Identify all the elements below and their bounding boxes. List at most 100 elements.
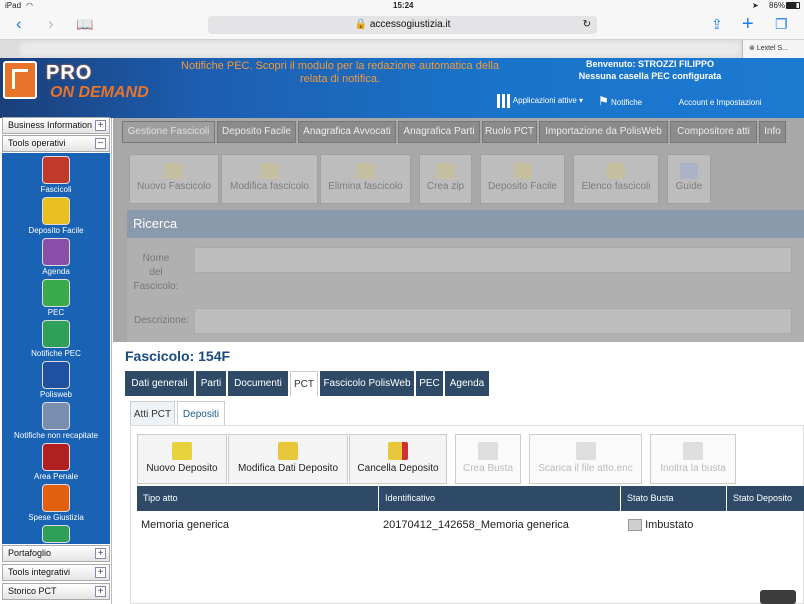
- tab-info[interactable]: Info: [759, 121, 786, 143]
- deposito-facile-button[interactable]: Deposito Facile: [480, 154, 565, 204]
- tabs-icon[interactable]: ❐: [775, 12, 788, 36]
- sidebar-section-tools[interactable]: Tools operativi −: [2, 135, 110, 152]
- subtab-atti-pct[interactable]: Atti PCT: [130, 401, 175, 426]
- col-identificativo[interactable]: Identificativo: [379, 486, 621, 511]
- descrizione-input[interactable]: [194, 308, 792, 334]
- browser-tab-lextel[interactable]: ⊗ Lextel S...: [742, 40, 804, 58]
- address-bar[interactable]: 🔒 accessogiustizia.it ↻: [208, 16, 597, 34]
- tab-parti[interactable]: Parti: [196, 371, 226, 396]
- send-envelope-icon: [683, 442, 703, 460]
- notifiche-pec-icon: [42, 320, 70, 348]
- col-tipo-atto[interactable]: Tipo atto: [137, 486, 379, 511]
- expand-icon[interactable]: +: [95, 567, 106, 578]
- notifications-link[interactable]: ⚑ Notifiche: [598, 92, 642, 112]
- area-penale-icon: [42, 443, 70, 471]
- sidebar-item-deposito-facile[interactable]: Deposito Facile: [2, 197, 110, 235]
- new-tab-icon[interactable]: +: [742, 12, 754, 36]
- expand-icon[interactable]: +: [95, 120, 106, 131]
- nome-fascicolo-input[interactable]: [194, 247, 792, 273]
- subtab-depositi[interactable]: Depositi: [177, 401, 225, 426]
- tab-dati-generali[interactable]: Dati generali: [125, 371, 194, 396]
- apps-menu[interactable]: Applicazioni attive ▾: [497, 92, 583, 110]
- back-icon[interactable]: ‹: [16, 12, 22, 36]
- button-label: Crea Busta: [462, 463, 514, 474]
- tab-pct[interactable]: PCT: [290, 371, 318, 396]
- section-label: Tools operativi: [8, 138, 66, 148]
- tab-ruolo-pct[interactable]: Ruolo PCT: [482, 121, 537, 143]
- expand-icon[interactable]: +: [95, 548, 106, 559]
- fascicolo-title: Fascicolo: 154F: [125, 348, 231, 364]
- button-label: Modifica fascicolo: [230, 181, 309, 192]
- reload-icon[interactable]: ↻: [583, 16, 591, 34]
- close-tab-icon[interactable]: ⊗: [749, 45, 755, 52]
- envelope-icon: [628, 519, 642, 532]
- forward-icon[interactable]: ›: [48, 12, 54, 36]
- folder-delete-icon: [388, 442, 408, 460]
- crea-busta-button[interactable]: Crea Busta: [455, 434, 521, 484]
- sidebar-section-business[interactable]: Business Information +: [2, 117, 110, 134]
- sidebar-section-tools-integrativi[interactable]: Tools integrativi +: [2, 564, 110, 581]
- cell-stato-busta: Imbustato: [628, 515, 693, 535]
- lock-icon: 🔒: [354, 19, 368, 30]
- crea-zip-button[interactable]: Crea zip: [419, 154, 472, 204]
- sidebar-item-notifiche-non-recapitate[interactable]: Notifiche non recapitate: [2, 402, 110, 440]
- wifi-icon: ◠: [26, 1, 33, 10]
- pec-notice-link[interactable]: Notifiche PEC. Scopri il modulo per la r…: [180, 60, 500, 86]
- tool-label: Spese Giustizia: [28, 513, 84, 522]
- folder-deposit-icon: [513, 163, 532, 179]
- nuovo-deposito-button[interactable]: Nuovo Deposito: [137, 434, 227, 484]
- inoltra-busta-button[interactable]: Inoltra la busta: [650, 434, 736, 484]
- collapse-icon[interactable]: −: [95, 138, 106, 149]
- sidebar-item-partial[interactable]: [2, 525, 110, 544]
- sidebar-section-portafoglio[interactable]: Portafoglio +: [2, 545, 110, 562]
- tab-pec[interactable]: PEC: [416, 371, 443, 396]
- sidebar-item-fascicoli[interactable]: Fascicoli: [2, 156, 110, 194]
- sidebar-item-pec[interactable]: PEC: [2, 279, 110, 317]
- sidebar-section-storico-pct[interactable]: Storico PCT +: [2, 583, 110, 600]
- modifica-fascicolo-button[interactable]: Modifica fascicolo: [221, 154, 318, 204]
- blurred-tab[interactable]: [20, 42, 740, 56]
- tab-anagrafica-avvocati[interactable]: Anagrafica Avvocati: [298, 121, 396, 143]
- cancella-deposito-button[interactable]: Cancella Deposito: [349, 434, 447, 484]
- sidebar-item-area-penale[interactable]: Area Penale: [2, 443, 110, 481]
- nuovo-fascicolo-button[interactable]: Nuovo Fascicolo: [129, 154, 219, 204]
- stato-busta-text: Imbustato: [645, 519, 694, 531]
- location-icon: ➤: [752, 1, 759, 10]
- scarica-atto-button[interactable]: Scarica il file atto.enc: [529, 434, 642, 484]
- sidebar-item-spese-giustizia[interactable]: Spese Giustizia: [2, 484, 110, 522]
- tab-gestione-fascicoli[interactable]: Gestione Fascicoli: [122, 121, 215, 143]
- folder-edit-icon: [260, 163, 279, 179]
- tab-deposito-facile[interactable]: Deposito Facile: [217, 121, 296, 143]
- modifica-deposito-button[interactable]: Modifica Dati Deposito: [228, 434, 348, 484]
- envelope-icon: [478, 442, 498, 460]
- account-link[interactable]: 👤 Account e Impostazioni: [662, 92, 761, 112]
- label-line: del: [149, 267, 163, 278]
- elimina-fascicolo-button[interactable]: Elimina fascicolo: [320, 154, 411, 204]
- next-tool-icon: [42, 525, 70, 543]
- section-label: Portafoglio: [8, 548, 52, 558]
- bookmarks-icon[interactable]: 📖: [76, 12, 93, 36]
- tab-agenda[interactable]: Agenda: [445, 371, 489, 396]
- floating-button[interactable]: [760, 590, 796, 604]
- col-stato-deposito[interactable]: Stato Deposito: [727, 486, 804, 511]
- sidebar-item-notifiche-pec[interactable]: Notifiche PEC: [2, 320, 110, 358]
- elenco-fascicoli-button[interactable]: Elenco fascicoli: [573, 154, 659, 204]
- tab-documenti[interactable]: Documenti: [228, 371, 288, 396]
- button-label: Inoltra la busta: [660, 463, 726, 474]
- section-label: Tools integrativi: [8, 567, 71, 577]
- button-label: Deposito Facile: [488, 181, 557, 192]
- button-label: Cancella Deposito: [357, 463, 439, 474]
- spese-giustizia-icon: [42, 484, 70, 512]
- expand-icon[interactable]: +: [95, 586, 106, 597]
- tab-anagrafica-parti[interactable]: Anagrafica Parti: [398, 121, 480, 143]
- share-icon[interactable]: ⇪: [711, 12, 723, 36]
- tab-compositore-atti[interactable]: Compositore atti: [670, 121, 757, 143]
- guide-button[interactable]: Guide: [667, 154, 711, 204]
- folder-list-icon: [607, 163, 625, 179]
- sidebar-item-polisweb[interactable]: Polisweb: [2, 361, 110, 399]
- tab-importazione-polisweb[interactable]: Importazione da PolisWeb: [539, 121, 668, 143]
- button-label: Scarica il file atto.enc: [538, 463, 633, 474]
- sidebar-item-agenda[interactable]: Agenda: [2, 238, 110, 276]
- tab-fascicolo-polisweb[interactable]: Fascicolo PolisWeb: [320, 371, 414, 396]
- col-stato-busta[interactable]: Stato Busta: [621, 486, 727, 511]
